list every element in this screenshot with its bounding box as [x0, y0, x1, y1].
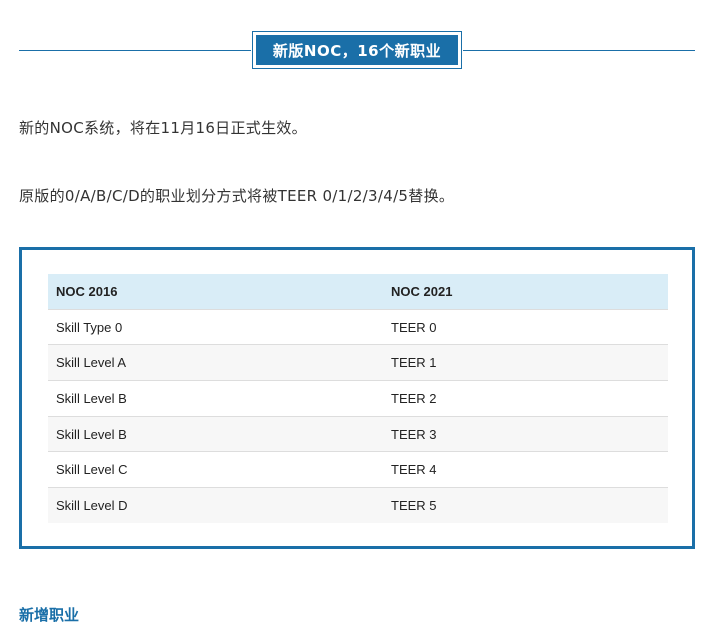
table-cell-noc-2021: TEER 3 — [383, 415, 668, 452]
table-row: Skill Level B TEER 3 — [48, 415, 668, 452]
noc-comparison-table: NOC 2016 NOC 2021 Skill Type 0 TEER 0 Sk… — [48, 274, 668, 523]
table-cell-noc-2016: Skill Level A — [48, 344, 383, 381]
section-title-frame: 新版NOC，16个新职业 — [252, 31, 462, 69]
section-header: 新版NOC，16个新职业 — [19, 31, 695, 71]
table-row: Skill Level C TEER 4 — [48, 451, 668, 488]
column-header-noc-2016: NOC 2016 — [48, 274, 383, 310]
table-cell-noc-2021: TEER 1 — [383, 344, 668, 381]
table-row: Skill Level A TEER 1 — [48, 344, 668, 381]
table-cell-noc-2016: Skill Level B — [48, 415, 383, 452]
table-cell-noc-2021: TEER 5 — [383, 487, 668, 523]
table-header-row: NOC 2016 NOC 2021 — [48, 274, 668, 310]
section-header-left-line — [19, 50, 251, 51]
table-cell-noc-2016: Skill Level C — [48, 451, 383, 488]
section-header-right-line — [463, 50, 695, 51]
table-cell-noc-2016: Skill Level B — [48, 380, 383, 417]
table-cell-noc-2016: Skill Type 0 — [48, 308, 383, 345]
noc-table-frame: NOC 2016 NOC 2021 Skill Type 0 TEER 0 Sk… — [19, 247, 695, 549]
table-cell-noc-2021: TEER 2 — [383, 380, 668, 417]
table-cell-noc-2016: Skill Level D — [48, 487, 383, 523]
table-row: Skill Type 0 TEER 0 — [48, 308, 668, 345]
paragraph-teer-replacement: 原版的0/A/B/C/D的职业划分方式将被TEER 0/1/2/3/4/5替换。 — [19, 187, 455, 205]
section-title: 新版NOC，16个新职业 — [256, 35, 458, 65]
paragraph-effective-date: 新的NOC系统，将在11月16日正式生效。 — [19, 119, 307, 137]
table-cell-noc-2021: TEER 0 — [383, 308, 668, 345]
new-occupations-heading: 新增职业 — [19, 606, 80, 624]
table-row: Skill Level D TEER 5 — [48, 487, 668, 523]
table-row: Skill Level B TEER 2 — [48, 380, 668, 417]
table-cell-noc-2021: TEER 4 — [383, 451, 668, 488]
column-header-noc-2021: NOC 2021 — [383, 274, 668, 310]
